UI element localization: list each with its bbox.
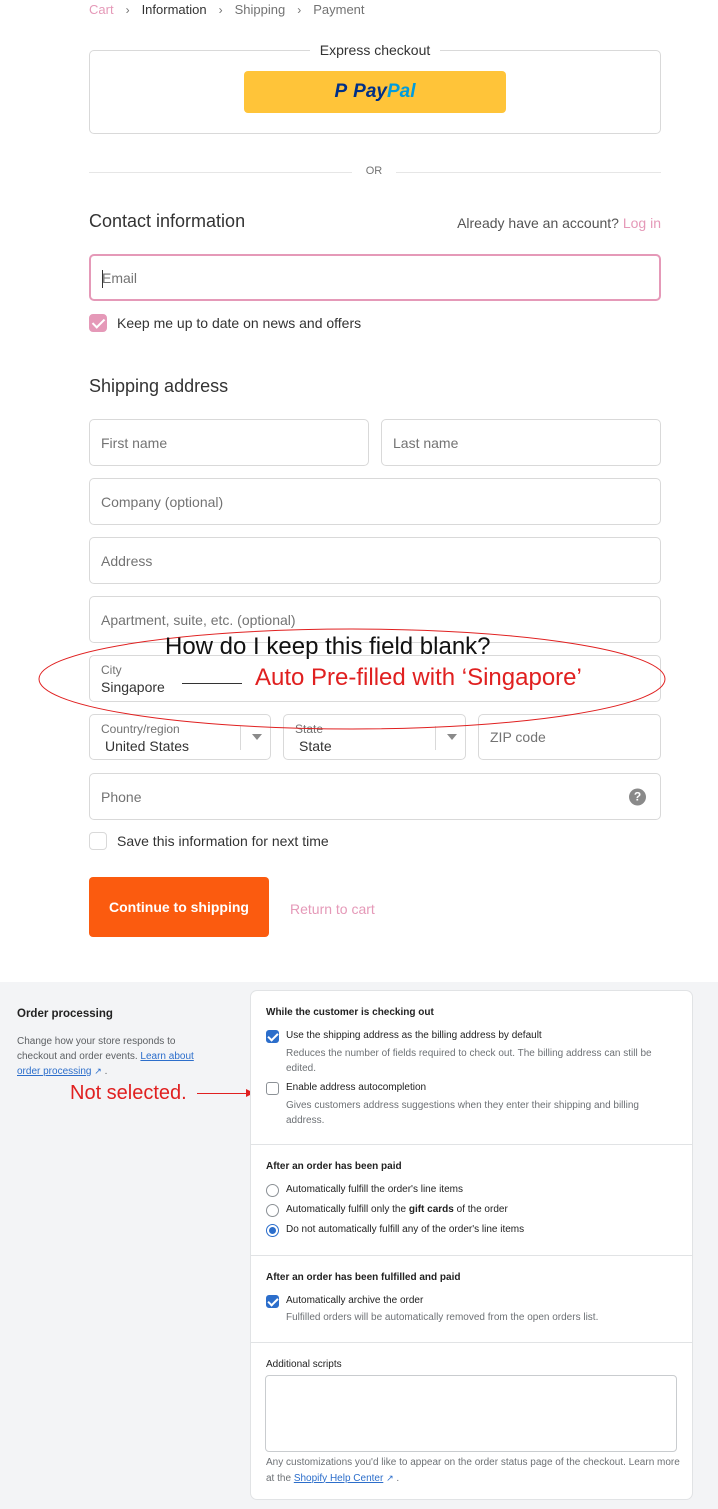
fulfill-gift-cards-label: Automatically fulfill only the gift card… bbox=[286, 1204, 508, 1215]
annotation-connector bbox=[182, 683, 242, 684]
address-autocomplete-label: Enable address autocompletion bbox=[286, 1082, 427, 1093]
save-info-checkbox[interactable] bbox=[89, 832, 107, 850]
continue-to-shipping-button[interactable]: Continue to shipping bbox=[89, 877, 269, 937]
help-icon[interactable]: ? bbox=[629, 788, 646, 805]
fulfilled-heading: After an order has been fulfilled and pa… bbox=[266, 1272, 461, 1283]
no-auto-fulfill-radio[interactable] bbox=[266, 1224, 279, 1237]
external-link-icon: ↗ bbox=[386, 1472, 394, 1483]
checking-out-heading: While the customer is checking out bbox=[266, 1007, 434, 1018]
order-processing-title: Order processing bbox=[17, 1008, 113, 1020]
additional-scripts-help: Any customizations you'd like to appear … bbox=[266, 1457, 680, 1484]
fulfill-all-label: Automatically fulfill the order's line i… bbox=[286, 1184, 463, 1195]
save-info-label: Save this information for next time bbox=[117, 833, 329, 849]
paid-heading: After an order has been paid bbox=[266, 1161, 402, 1172]
auto-archive-label: Automatically archive the order bbox=[286, 1295, 424, 1306]
order-processing-description: Change how your store responds to checko… bbox=[17, 1036, 194, 1077]
shopify-help-center-link[interactable]: Shopify Help Center bbox=[294, 1473, 384, 1484]
billing-default-checkbox[interactable] bbox=[266, 1030, 279, 1043]
additional-scripts-label: Additional scripts bbox=[266, 1359, 342, 1370]
annotation-arrow-icon bbox=[197, 1089, 254, 1097]
annotation-prefilled: Auto Pre-filled with ‘Singapore’ bbox=[255, 664, 582, 691]
address-autocomplete-checkbox[interactable] bbox=[266, 1082, 279, 1095]
auto-archive-checkbox[interactable] bbox=[266, 1295, 279, 1308]
fulfill-gift-cards-radio[interactable] bbox=[266, 1204, 279, 1217]
billing-default-label: Use the shipping address as the billing … bbox=[286, 1030, 542, 1041]
additional-scripts-textarea[interactable] bbox=[265, 1375, 677, 1452]
no-auto-fulfill-label: Do not automatically fulfill any of the … bbox=[286, 1224, 525, 1235]
annotation-question: How do I keep this field blank? bbox=[165, 633, 491, 660]
billing-default-description: Reduces the number of fields required to… bbox=[286, 1048, 652, 1074]
return-to-cart-link[interactable]: Return to cart bbox=[290, 901, 375, 917]
phone-field[interactable]: Phone ? bbox=[89, 773, 661, 820]
fulfill-all-radio[interactable] bbox=[266, 1184, 279, 1197]
auto-archive-description: Fulfilled orders will be automatically r… bbox=[286, 1312, 599, 1323]
address-autocomplete-description: Gives customers address suggestions when… bbox=[286, 1100, 639, 1126]
external-link-icon: ↗ bbox=[94, 1066, 102, 1076]
annotation-not-selected: Not selected. bbox=[70, 1082, 187, 1104]
